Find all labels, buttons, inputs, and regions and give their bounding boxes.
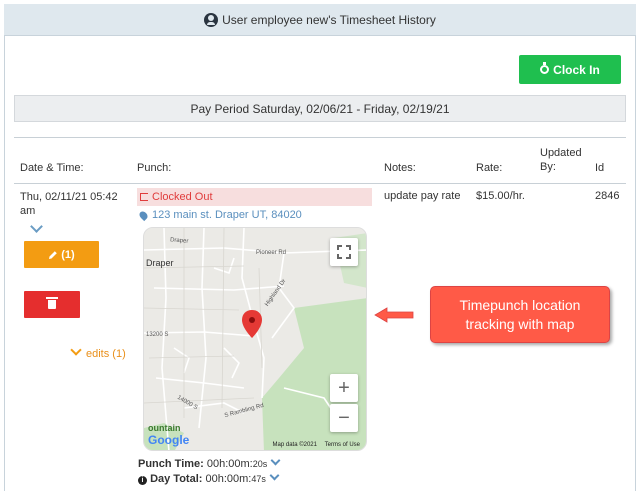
location-map[interactable]: Draper Draper Pioneer Rd 13200 S 14000 S…: [143, 227, 367, 451]
row-date-line2: am: [20, 205, 36, 217]
row-date: Thu, 02/11/21 05:42 am: [20, 190, 118, 218]
col-header-updated: Updated: [540, 147, 582, 159]
day-total-value: 00h:00m:: [205, 473, 252, 485]
col-header-punch: Punch:: [137, 162, 172, 174]
col-header-by: By:: [540, 161, 556, 173]
clock-in-label: Clock In: [553, 62, 600, 77]
edits-toggle-link[interactable]: edits (1): [70, 344, 126, 360]
map-label-13200: 13200 S: [146, 332, 169, 338]
day-total-seconds: 47s: [251, 474, 266, 484]
punch-time-chevron-icon[interactable]: [270, 455, 281, 466]
callout-line1: Timepunch location: [459, 296, 581, 313]
header-divider: [14, 183, 626, 184]
edits-label: edits (1): [86, 348, 126, 360]
map-terms-link[interactable]: Terms of Use: [325, 442, 360, 448]
clock-in-button[interactable]: Clock In: [519, 55, 621, 84]
trash-icon: [46, 297, 58, 309]
zoom-out-button[interactable]: −: [330, 404, 358, 432]
info-icon: i: [138, 476, 147, 485]
map-label-mountain: ountain: [148, 423, 181, 433]
table-top-border: [14, 137, 626, 138]
punch-time-label: Punch Time:: [138, 458, 204, 470]
row-date-line1: Thu, 02/11/21 05:42: [20, 191, 118, 203]
google-wordmark: Google: [148, 433, 190, 447]
edit-button[interactable]: (1): [24, 241, 99, 268]
col-header-id: Id: [595, 162, 605, 174]
punch-address-link[interactable]: 123 main st. Draper UT, 84020: [137, 209, 302, 221]
punch-status-badge: Clocked Out: [137, 188, 372, 206]
map-label-draper: Draper: [146, 258, 174, 268]
map-label-pioneer: Pioneer Rd: [256, 250, 287, 256]
punch-time-row: Punch Time: 00h:00m:20s: [138, 455, 281, 470]
stopwatch-icon: [540, 62, 550, 74]
pay-period-bar: Pay Period Saturday, 02/06/21 - Friday, …: [14, 95, 626, 122]
fullscreen-icon: [337, 245, 351, 259]
sign-out-icon: [140, 193, 148, 201]
map-attribution: Map data ©2021 Terms of Use: [273, 442, 360, 448]
day-total-row: i Day Total: 00h:00m:47s: [138, 470, 280, 485]
map-data-text: Map data ©2021: [272, 442, 317, 448]
zoom-in-button[interactable]: +: [330, 374, 358, 402]
edit-count: (1): [61, 248, 75, 261]
col-header-rate: Rate:: [476, 162, 503, 174]
day-total-chevron-icon[interactable]: [269, 470, 280, 481]
col-header-date: Date & Time:: [20, 162, 84, 174]
user-circle-icon: [204, 12, 219, 27]
col-header-notes: Notes:: [384, 162, 416, 174]
punch-time-seconds: 20s: [252, 459, 268, 469]
row-notes: update pay rate: [384, 190, 461, 202]
panel-header: User employee new's Timesheet History: [4, 4, 636, 36]
punch-time-value: 00h:00m:: [206, 458, 253, 470]
address-text: 123 main st. Draper UT, 84020: [152, 209, 302, 221]
map-marker-icon: [137, 209, 150, 221]
google-logo: ountain Google: [148, 423, 190, 448]
row-id: 2846: [595, 190, 620, 202]
day-total-label: Day Total:: [150, 473, 203, 485]
fullscreen-button[interactable]: [330, 238, 358, 266]
delete-button[interactable]: [24, 291, 80, 318]
callout-line2: tracking with map: [465, 315, 575, 332]
pencil-icon: [49, 250, 58, 259]
col-header-updated-by: Updated By:: [540, 146, 582, 174]
row-rate: $15.00/hr.: [476, 190, 525, 202]
map-callout: Timepunch location tracking with map: [430, 286, 610, 343]
callout-arrow-icon: [374, 307, 414, 323]
punch-status-label: Clocked Out: [152, 191, 213, 203]
panel-title: User employee new's Timesheet History: [222, 12, 436, 27]
